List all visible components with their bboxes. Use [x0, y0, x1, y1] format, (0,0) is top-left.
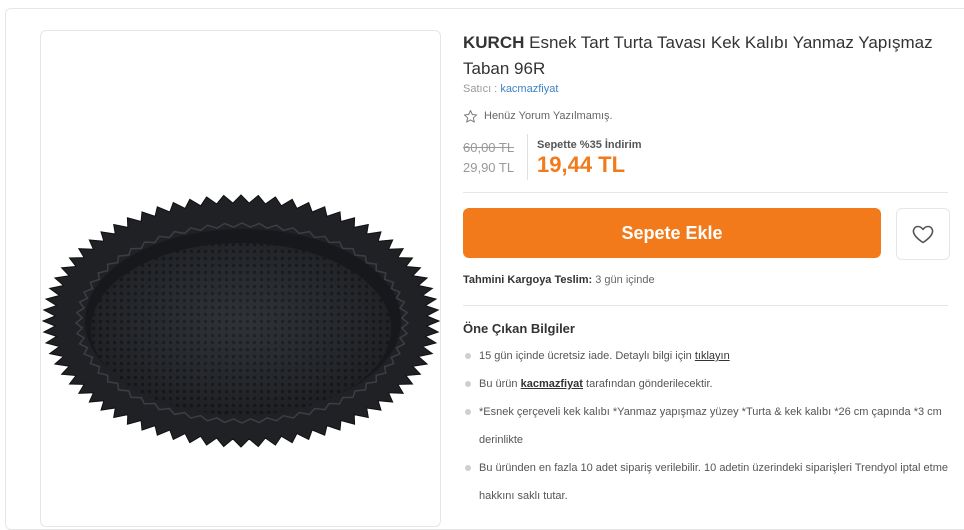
delivery-value: 3 gün içinde — [595, 274, 655, 286]
product-info: KURCH Esnek Tart Turta Tavası Kek Kalıbı… — [463, 30, 953, 180]
delivery-estimate: Tahmini Kargoya Teslim: 3 gün içinde — [463, 274, 655, 286]
feature-text: Bu üründen en fazla 10 adet sipariş veri… — [479, 462, 948, 502]
product-image — [41, 194, 440, 448]
list-item: *Esnek çerçeveli kek kalıbı *Yanmaz yapı… — [463, 398, 953, 454]
divider — [463, 305, 948, 306]
seller-label: Satıcı : — [463, 83, 498, 95]
review-text: Henüz Yorum Yazılmamış. — [484, 110, 613, 122]
list-item: Bu ürün kacmazfiyat tarafından gönderile… — [463, 370, 953, 398]
list-price: 29,90 TL — [463, 160, 515, 175]
heart-outline-icon — [912, 225, 934, 244]
divider — [463, 192, 948, 193]
star-outline-icon — [463, 109, 478, 123]
brand-name[interactable]: KURCH — [463, 33, 524, 52]
list-item: 15 gün içinde ücretsiz iade. Detaylı bil… — [463, 342, 953, 370]
feature-text: tarafından gönderilecektir. — [586, 378, 713, 390]
return-info-link[interactable]: tıklayın — [695, 350, 730, 362]
seller-link[interactable]: kacmazfiyat — [500, 83, 558, 95]
review-row[interactable]: Henüz Yorum Yazılmamış. — [463, 107, 953, 125]
add-to-cart-button[interactable]: Sepete Ekle — [463, 208, 881, 258]
seller-row: Satıcı : kacmazfiyat — [463, 83, 953, 99]
product-name: Esnek Tart Turta Tavası Kek Kalıbı Yanma… — [463, 33, 933, 78]
seller-link-feature[interactable]: kacmazfiyat — [521, 378, 583, 390]
features-title: Öne Çıkan Bilgiler — [463, 321, 575, 336]
product-image-container[interactable] — [40, 30, 441, 527]
old-price: 60,00 TL — [463, 140, 515, 155]
product-title: KURCH Esnek Tart Turta Tavası Kek Kalıbı… — [463, 30, 953, 82]
basket-price-box: Sepette %35 İndirim 19,44 TL — [528, 134, 642, 180]
cta-row: Sepete Ekle — [463, 208, 950, 260]
product-page: KURCH Esnek Tart Turta Tavası Kek Kalıbı… — [0, 0, 964, 530]
delivery-label: Tahmini Kargoya Teslim: — [463, 274, 593, 286]
favorite-button[interactable] — [896, 208, 950, 260]
price-row: 60,00 TL 29,90 TL Sepette %35 İndirim 19… — [463, 134, 953, 180]
list-item: Bu üründen en fazla 10 adet sipariş veri… — [463, 454, 953, 510]
feature-text: *Esnek çerçeveli kek kalıbı *Yanmaz yapı… — [479, 406, 942, 446]
price-left: 60,00 TL 29,90 TL — [463, 134, 528, 180]
feature-text: Bu ürün — [479, 378, 518, 390]
basket-price: 19,44 TL — [537, 152, 626, 177]
features-list: 15 gün içinde ücretsiz iade. Detaylı bil… — [463, 342, 953, 510]
basket-discount-label: Sepette %35 İndirim — [537, 139, 642, 151]
feature-text: 15 gün içinde ücretsiz iade. Detaylı bil… — [479, 350, 692, 362]
